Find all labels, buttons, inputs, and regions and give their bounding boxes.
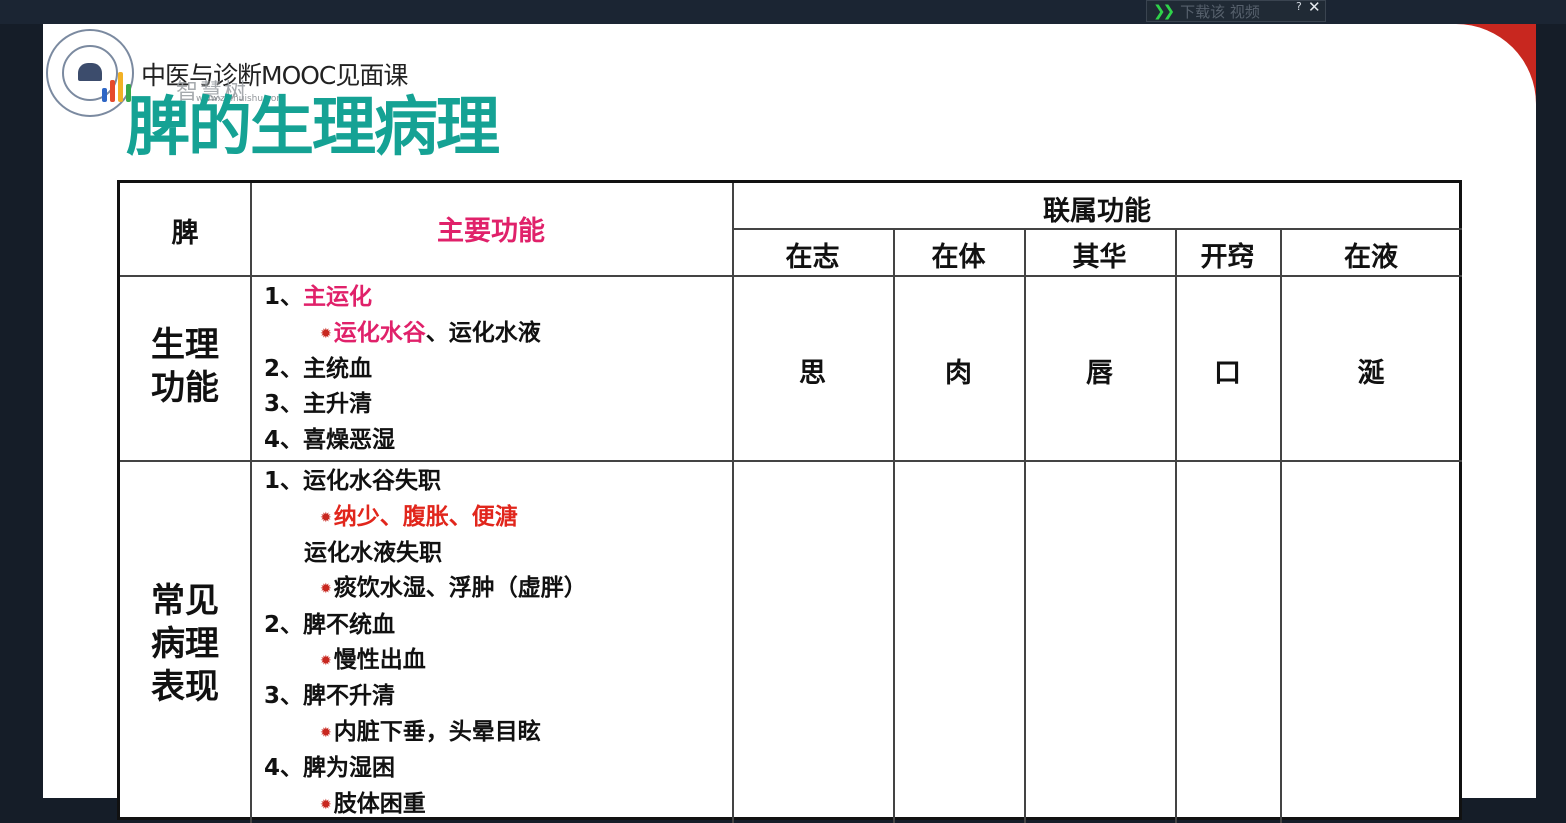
- bullet-icon: ✹: [320, 725, 332, 741]
- function-item: 4、喜燥恶湿: [264, 427, 396, 453]
- pathology-item: ✹痰饮水湿、浮肿（虚胖）: [320, 575, 587, 601]
- header-emotion: 在志: [785, 242, 840, 273]
- value-fluid: 涎: [1357, 358, 1385, 389]
- function-item: 2、主统血: [264, 356, 373, 382]
- help-button[interactable]: ?: [1296, 0, 1302, 13]
- slide-title: 脾的生理病理: [126, 91, 500, 165]
- bullet-icon: ✹: [320, 326, 332, 342]
- bullet-icon: ✹: [320, 510, 332, 526]
- header-manifestation: 其华: [1072, 242, 1127, 273]
- video-top-bar: [0, 0, 1566, 24]
- function-item: ✹运化水谷、运化水液: [320, 320, 541, 346]
- bullet-icon: ✹: [320, 653, 332, 669]
- pathology-item: 运化水液失职: [304, 540, 442, 566]
- pathology-item: ✹内脏下垂，头晕目眩: [320, 719, 541, 745]
- bullet-icon: ✹: [320, 581, 332, 597]
- row-label-pathology: 常见 病理 表现: [151, 581, 219, 707]
- value-emotion: 思: [799, 358, 826, 389]
- row-label-physiology: 生理 功能: [151, 325, 219, 408]
- pathology-item: ✹肢体困重: [320, 791, 426, 817]
- header-main-functions: 主要功能: [437, 216, 545, 247]
- header-spleen: 脾: [171, 218, 199, 249]
- pathology-item: 1、运化水谷失职: [264, 468, 442, 494]
- header-orifice: 开窍: [1200, 242, 1255, 273]
- pathology-item: 3、脾不升清: [264, 683, 396, 709]
- logo-building-icon: [78, 63, 102, 81]
- spleen-table: 脾 主要功能 联属功能 在志 在体 其华 开窍 在液 生理 功能 1、主运化 ✹…: [117, 180, 1462, 823]
- value-orifice: 口: [1214, 358, 1241, 389]
- value-manifestation: 唇: [1086, 358, 1113, 389]
- pathology-item: 4、脾为湿困: [264, 755, 396, 781]
- header-fluid: 在液: [1344, 242, 1398, 273]
- double-chevron-right-icon: ❯❯: [1153, 2, 1175, 20]
- pathology-item: ✹纳少、腹胀、便溏: [320, 504, 518, 530]
- value-body: 肉: [945, 358, 972, 389]
- close-icon[interactable]: ✕: [1308, 0, 1321, 16]
- header-affiliated-functions: 联属功能: [1043, 196, 1151, 227]
- bullet-icon: ✹: [320, 797, 332, 813]
- download-video-link[interactable]: 下载该 视频: [1180, 1, 1260, 22]
- download-video-bar[interactable]: ❯❯ 下载该 视频 ? ✕: [1146, 0, 1326, 22]
- function-item: 3、主升清: [264, 391, 373, 417]
- pathology-item: ✹慢性出血: [320, 647, 426, 673]
- function-item: 1、主运化: [264, 284, 373, 310]
- pathology-item: 2、脾不统血: [264, 612, 396, 638]
- header-body: 在体: [931, 242, 986, 273]
